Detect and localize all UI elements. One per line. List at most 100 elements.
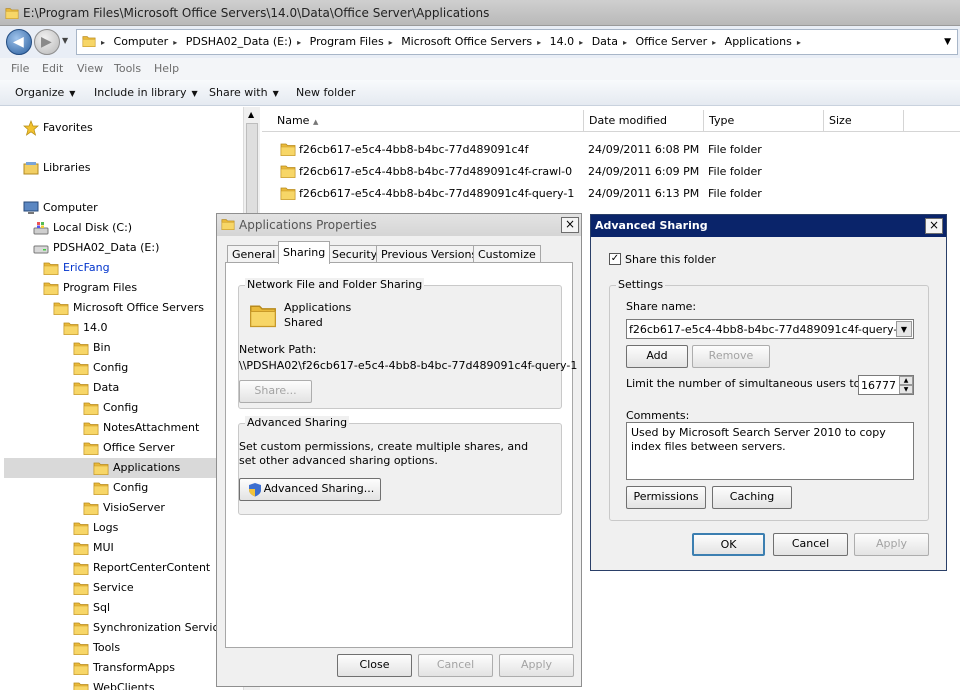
breadcrumb-item[interactable]: Applications: [725, 35, 792, 48]
close-icon[interactable]: ×: [561, 217, 579, 233]
column-header-name[interactable]: Name ▲: [272, 110, 584, 132]
chevron-right-icon[interactable]: ▸: [537, 38, 541, 47]
folder-name: Applications: [284, 301, 352, 314]
settings-group: Settings Share name: f26cb617-e5c4-4bb8-…: [609, 278, 929, 521]
folder-icon: [280, 185, 296, 201]
file-type: File folder: [708, 187, 762, 200]
folder-icon: [5, 6, 19, 20]
properties-tabs: General Sharing Security Previous Versio…: [227, 241, 577, 264]
folder-icon: [53, 300, 69, 316]
chevron-right-icon[interactable]: ▸: [173, 38, 177, 47]
chevron-right-icon[interactable]: ▸: [579, 38, 583, 47]
folder-icon: [83, 400, 99, 416]
address-bar[interactable]: ▸ Computer ▸ PDSHA02_Data (E:) ▸ Program F…: [76, 29, 958, 55]
close-icon[interactable]: ×: [925, 218, 943, 234]
file-row[interactable]: f26cb617-e5c4-4bb8-b4bc-77d489091c4f-cra…: [262, 160, 960, 182]
share-with-button[interactable]: Share with ▼: [209, 86, 279, 99]
folder-icon: [73, 640, 89, 656]
file-name: f26cb617-e5c4-4bb8-b4bc-77d489091c4f: [299, 143, 529, 156]
file-type: File folder: [708, 165, 762, 178]
sort-ascending-icon: ▲: [312, 118, 319, 126]
back-button[interactable]: ◀: [6, 29, 32, 55]
window-titlebar[interactable]: E:\Program Files\Microsoft Office Server…: [0, 0, 960, 26]
folder-icon: [73, 340, 89, 356]
menu-file[interactable]: File: [11, 62, 29, 75]
chevron-right-icon[interactable]: ▸: [797, 38, 801, 47]
comments-textarea[interactable]: Used by Microsoft Search Server 2010 to …: [626, 422, 914, 480]
network-sharing-group: Network File and Folder Sharing Applicat…: [238, 278, 577, 409]
caching-button[interactable]: Caching: [712, 486, 792, 509]
chevron-right-icon[interactable]: ▸: [297, 38, 301, 47]
arrow-right-icon: ▶: [41, 34, 52, 50]
include-in-library-button[interactable]: Include in library ▼: [94, 86, 198, 99]
remove-button[interactable]: Remove: [692, 345, 770, 368]
apply-button[interactable]: Apply: [854, 533, 929, 556]
properties-titlebar[interactable]: Applications Properties ×: [217, 214, 581, 236]
cancel-button[interactable]: Cancel: [418, 654, 493, 677]
advanced-sharing-title: Advanced Sharing: [245, 416, 350, 429]
tab-customize[interactable]: Customize: [473, 245, 541, 263]
menu-bar: File Edit View Tools Help: [0, 58, 960, 80]
spin-down-icon[interactable]: ▼: [899, 385, 913, 394]
advanced-sharing-titlebar[interactable]: Advanced Sharing ×: [591, 215, 946, 237]
tab-general[interactable]: General: [227, 245, 281, 263]
tab-security[interactable]: Security: [327, 245, 383, 263]
ok-button[interactable]: OK: [692, 533, 765, 556]
column-header-date[interactable]: Date modified: [584, 110, 704, 132]
column-header-type[interactable]: Type: [704, 110, 824, 132]
folder-icon: [43, 280, 59, 296]
share-folder-checkbox[interactable]: ✓: [609, 253, 621, 265]
forward-button[interactable]: ▶: [34, 29, 60, 55]
add-button[interactable]: Add: [626, 345, 688, 368]
advanced-sharing-description: Set custom permissions, create multiple …: [239, 440, 529, 467]
comments-label: Comments:: [626, 409, 690, 422]
drive-icon: [33, 245, 49, 254]
breadcrumb-item[interactable]: Data: [592, 35, 618, 48]
chevron-right-icon[interactable]: ▸: [101, 38, 105, 47]
cancel-button[interactable]: Cancel: [773, 533, 848, 556]
menu-edit[interactable]: Edit: [42, 62, 63, 75]
chevron-right-icon[interactable]: ▸: [389, 38, 393, 47]
share-name-label: Share name:: [626, 300, 697, 313]
breadcrumb: ▸ Computer ▸ PDSHA02_Data (E:) ▸ Program F…: [101, 35, 806, 48]
close-button[interactable]: Close: [337, 654, 412, 677]
menu-help[interactable]: Help: [154, 62, 179, 75]
menu-view[interactable]: View: [77, 62, 103, 75]
breadcrumb-item[interactable]: PDSHA02_Data (E:): [186, 35, 292, 48]
breadcrumb-item[interactable]: Computer: [114, 35, 169, 48]
apply-button[interactable]: Apply: [499, 654, 574, 677]
tab-sharing[interactable]: Sharing: [278, 241, 331, 264]
menu-tools[interactable]: Tools: [114, 62, 141, 75]
file-name: f26cb617-e5c4-4bb8-b4bc-77d489091c4f-que…: [299, 187, 575, 200]
breadcrumb-item[interactable]: 14.0: [550, 35, 575, 48]
history-dropdown-icon[interactable]: ▼: [62, 36, 68, 45]
share-name-combobox[interactable]: f26cb617-e5c4-4bb8-b4bc-77d489091c4f-que…: [626, 319, 914, 339]
file-row[interactable]: f26cb617-e5c4-4bb8-b4bc-77d489091c4f 24/…: [262, 138, 960, 160]
user-limit-spinner[interactable]: 16777 ▲ ▼: [858, 375, 914, 395]
limit-users-label: Limit the number of simultaneous users t…: [626, 377, 865, 390]
folder-icon: [63, 320, 79, 336]
permissions-button[interactable]: Permissions: [626, 486, 706, 509]
breadcrumb-item[interactable]: Office Server: [635, 35, 707, 48]
advanced-sharing-button[interactable]: Advanced Sharing...: [239, 478, 381, 501]
spin-up-icon[interactable]: ▲: [899, 376, 913, 385]
chevron-down-icon[interactable]: ▼: [896, 321, 912, 337]
chevron-down-icon[interactable]: ▼: [944, 37, 951, 47]
navigation-pane: Favorites Libraries Computer Local Disk …: [0, 107, 243, 690]
file-row[interactable]: f26cb617-e5c4-4bb8-b4bc-77d489091c4f-que…: [262, 182, 960, 204]
folder-open-icon: [93, 460, 109, 476]
tab-previous-versions[interactable]: Previous Versions: [376, 245, 483, 263]
breadcrumb-item[interactable]: Program Files: [310, 35, 384, 48]
chevron-right-icon[interactable]: ▸: [712, 38, 716, 47]
windows-drive-icon: [33, 222, 49, 235]
folder-icon: [221, 217, 235, 231]
breadcrumb-item[interactable]: Microsoft Office Servers: [401, 35, 532, 48]
file-date: 24/09/2011 6:09 PM: [588, 165, 700, 178]
scroll-up-icon[interactable]: ▲: [248, 110, 254, 119]
share-button[interactable]: Share...: [239, 380, 312, 403]
organize-button[interactable]: Organize ▼: [15, 86, 75, 99]
computer-icon: [23, 201, 39, 214]
new-folder-button[interactable]: New folder: [296, 86, 355, 99]
chevron-right-icon[interactable]: ▸: [623, 38, 627, 47]
column-header-size[interactable]: Size: [824, 110, 904, 132]
